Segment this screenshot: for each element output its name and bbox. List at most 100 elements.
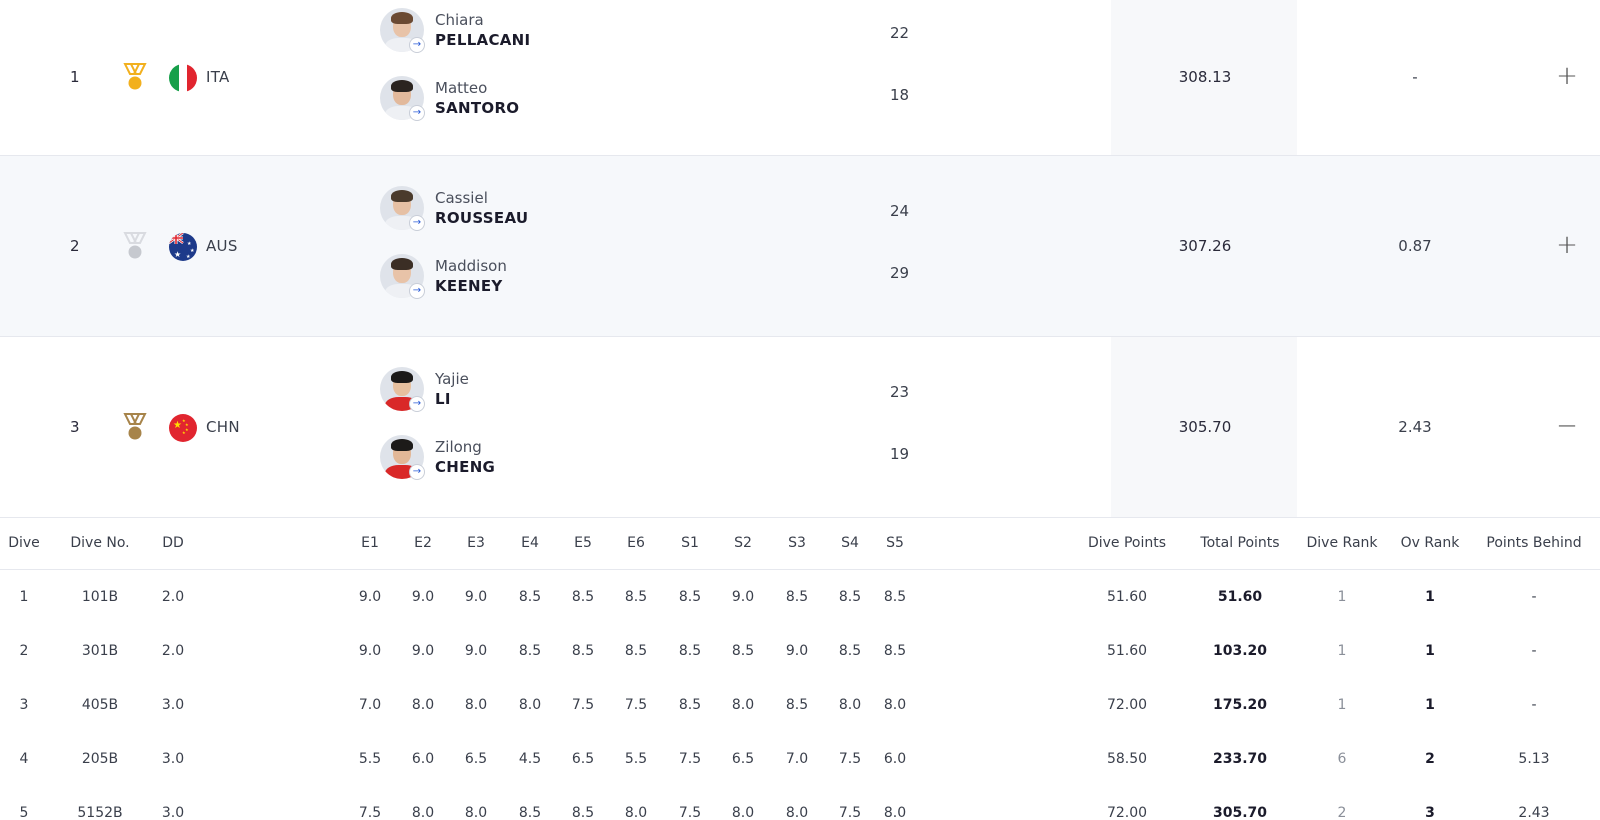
noc-code: ITA: [206, 68, 230, 86]
cell-dive-rank: 2: [1337, 805, 1347, 820]
cell-total-points: 175.20: [1212, 697, 1268, 713]
column-header-points-behind[interactable]: Points Behind: [1474, 535, 1594, 551]
cell-ov-rank: 1: [1425, 589, 1435, 605]
chn-flag-icon: ★ ★ ★ ★ ★: [169, 413, 197, 442]
medal-icon: [122, 231, 148, 261]
athlete[interactable]: → Cassiel ROUSSEAU: [380, 186, 680, 232]
collapse-minus-icon[interactable]: −: [1555, 413, 1579, 439]
athlete-age: 18: [890, 86, 910, 104]
column-header-ov-rank[interactable]: Ov Rank: [1390, 535, 1470, 551]
cell-e1: 7.0: [358, 697, 382, 713]
cell-s2: 9.0: [731, 589, 755, 605]
cell-dd: 3.0: [161, 751, 185, 767]
cell-dd: 2.0: [161, 643, 185, 659]
column-header-dive-no[interactable]: Dive No.: [55, 535, 145, 551]
athlete-first-name: Chiara: [435, 11, 484, 29]
column-header-dive[interactable]: Dive: [4, 535, 44, 551]
column-header-e4[interactable]: E4: [512, 535, 548, 551]
column-header-total-points[interactable]: Total Points: [1185, 535, 1295, 551]
cell-s3: 8.0: [785, 805, 809, 820]
points-behind: -: [1412, 68, 1418, 86]
cell-total-points: 305.70: [1212, 805, 1268, 820]
svg-text:★: ★: [174, 250, 181, 259]
cell-ov-rank: 2: [1425, 751, 1435, 767]
cell-dive-points: 58.50: [1106, 751, 1148, 767]
cell-s4: 8.5: [838, 589, 862, 605]
cell-dive: 1: [19, 589, 29, 605]
noc-code: AUS: [206, 236, 238, 255]
arrow-right-icon[interactable]: →: [409, 105, 425, 121]
column-header-s2[interactable]: S2: [725, 535, 761, 551]
column-header-dive-rank[interactable]: Dive Rank: [1294, 535, 1390, 551]
expand-plus-icon[interactable]: +: [1555, 232, 1579, 258]
cell-s5: 8.5: [883, 643, 907, 659]
svg-text:★: ★: [186, 254, 191, 260]
cell-ov-rank: 3: [1425, 805, 1435, 820]
team-row: 2 ★ ★ ★ ★ AUS → Cassiel ROUSSEAU 24 → Maddison K…: [0, 156, 1600, 337]
cell-dive: 4: [19, 751, 29, 767]
expand-plus-icon[interactable]: +: [1555, 63, 1579, 89]
cell-s5: 6.0: [883, 751, 907, 767]
arrow-right-icon[interactable]: →: [409, 283, 425, 299]
cell-e1: 7.5: [358, 805, 382, 820]
team-row: 3 ★ ★ ★ ★ ★ CHN → Yajie LI 23 → Zilong CHENG 19 30…: [0, 337, 1600, 518]
athlete-first-name: Zilong: [435, 438, 482, 456]
arrow-right-icon[interactable]: →: [409, 464, 425, 480]
column-header-dd[interactable]: DD: [153, 535, 193, 551]
column-header-e2[interactable]: E2: [405, 535, 441, 551]
ita-flag-icon: [169, 64, 197, 92]
cell-e4: 8.5: [518, 589, 542, 605]
column-header-e1[interactable]: E1: [352, 535, 388, 551]
rank: 3: [70, 417, 80, 436]
cell-s2: 8.5: [731, 643, 755, 659]
cell-dive-rank: 1: [1337, 697, 1347, 713]
athlete[interactable]: → Maddison KEENEY: [380, 254, 680, 300]
column-header-dive-points[interactable]: Dive Points: [1072, 535, 1182, 551]
arrow-right-icon[interactable]: →: [409, 37, 425, 53]
cell-dd: 3.0: [161, 805, 185, 820]
cell-dive-points: 72.00: [1106, 805, 1148, 820]
cell-s4: 8.5: [838, 643, 862, 659]
total-points: 305.70: [1178, 417, 1232, 436]
cell-e2: 6.0: [411, 751, 435, 767]
cell-e4: 4.5: [518, 751, 542, 767]
column-header-s1[interactable]: S1: [672, 535, 708, 551]
cell-dive-rank: 6: [1337, 751, 1347, 767]
column-header-e5[interactable]: E5: [565, 535, 601, 551]
arrow-right-icon[interactable]: →: [409, 396, 425, 412]
cell-ov-rank: 1: [1425, 697, 1435, 713]
cell-dive-no: 101B: [81, 589, 119, 605]
athlete-last-name: SANTORO: [435, 99, 520, 117]
column-header-e3[interactable]: E3: [458, 535, 494, 551]
column-header-s5[interactable]: S5: [877, 535, 913, 551]
cell-e4: 8.0: [518, 697, 542, 713]
cell-e4: 8.5: [518, 643, 542, 659]
cell-ov-rank: 1: [1425, 643, 1435, 659]
column-header-s3[interactable]: S3: [779, 535, 815, 551]
column-header-e6[interactable]: E6: [618, 535, 654, 551]
cell-s2: 6.5: [731, 751, 755, 767]
column-header-s4[interactable]: S4: [832, 535, 868, 551]
cell-s5: 8.0: [883, 697, 907, 713]
medal-icon: [122, 412, 148, 442]
cell-e6: 5.5: [624, 751, 648, 767]
cell-s1: 8.5: [678, 643, 702, 659]
cell-s3: 8.5: [785, 697, 809, 713]
cell-total-points: 51.60: [1217, 589, 1263, 605]
cell-e3: 9.0: [464, 589, 488, 605]
svg-text:★: ★: [182, 430, 186, 435]
cell-dive-rank: 1: [1337, 589, 1347, 605]
athlete-age: 29: [890, 264, 910, 282]
athlete-first-name: Yajie: [435, 370, 469, 388]
table-row: 2 301B 2.0 9.0 9.0 9.0 8.5 8.5 8.5 8.5 8.5 9.0 8.5 8.…: [0, 624, 1600, 678]
cell-s4: 7.5: [838, 805, 862, 820]
athlete[interactable]: → Chiara PELLACANI: [380, 8, 680, 54]
arrow-right-icon[interactable]: →: [409, 215, 425, 231]
cell-e1: 9.0: [358, 643, 382, 659]
athlete[interactable]: → Yajie LI: [380, 367, 680, 413]
cell-e1: 9.0: [358, 589, 382, 605]
total-points: 307.26: [1178, 236, 1232, 255]
athlete[interactable]: → Matteo SANTORO: [380, 76, 680, 122]
athlete[interactable]: → Zilong CHENG: [380, 435, 680, 481]
cell-s1: 7.5: [678, 751, 702, 767]
